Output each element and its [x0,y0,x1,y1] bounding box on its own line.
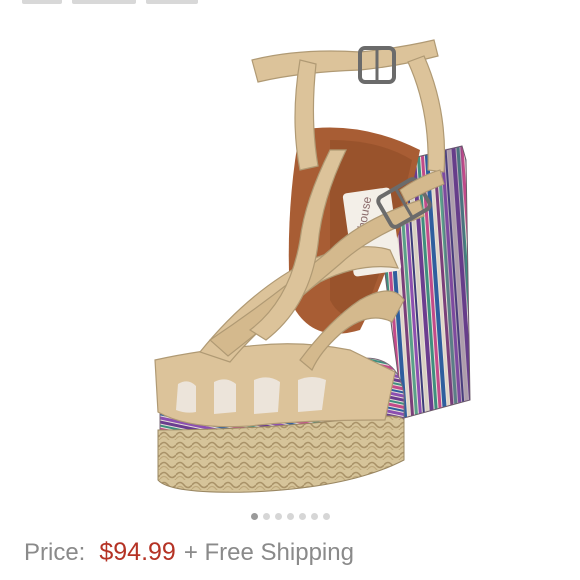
carousel-dot[interactable] [274,513,282,520]
price-value: $94.99 [99,538,176,566]
shipping-text: + Free Shipping [183,539,354,566]
carousel-dot[interactable] [322,513,330,520]
carousel-dot[interactable] [262,513,270,520]
carousel-dot[interactable] [310,513,318,520]
product-image-carousel[interactable]: Dollhouse [0,0,580,510]
price-label: Price: [24,539,86,566]
carousel-dot[interactable] [250,513,258,520]
sandal-product-image[interactable]: Dollhouse [0,0,580,510]
carousel-dot[interactable] [298,513,306,520]
price-row: Price: $94.99 + Free Shipping [24,538,354,572]
carousel-page-indicator[interactable] [0,513,580,520]
carousel-dot[interactable] [286,513,294,520]
